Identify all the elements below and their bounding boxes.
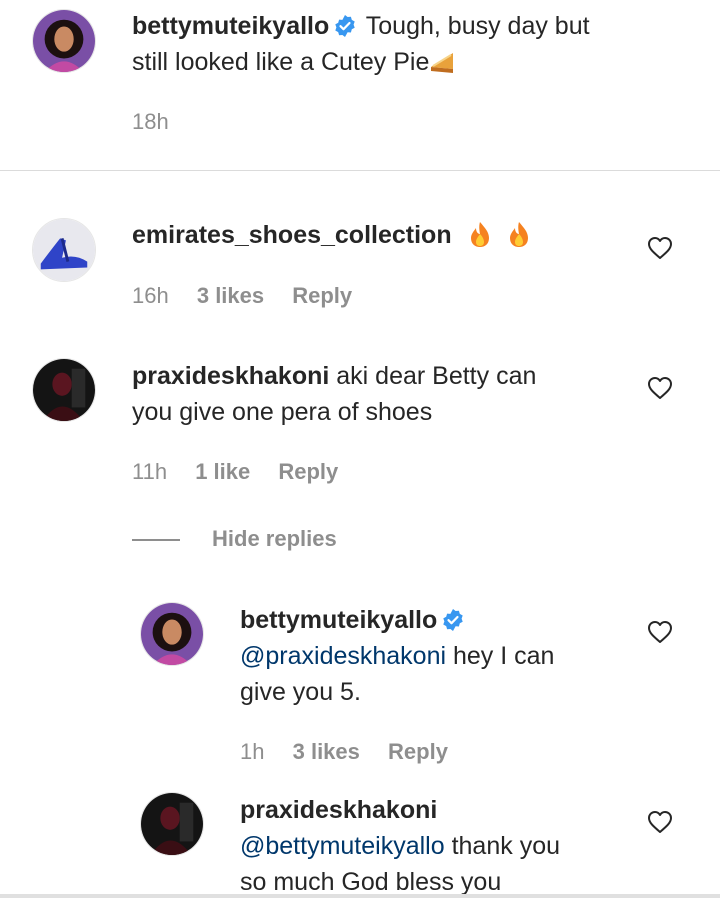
caption-line-2: still looked like a Cutey Pie [132, 48, 430, 76]
fire-icon [467, 220, 493, 248]
comment-meta: 16h 3 likes Reply [132, 282, 374, 310]
avatar[interactable] [32, 9, 96, 73]
reply-username[interactable]: praxideskhakoni [240, 796, 437, 824]
caption-line-1: Tough, busy day but [365, 12, 590, 40]
comment-line-2: you give one pera of shoes [132, 398, 433, 426]
like-heart-icon[interactable] [647, 810, 673, 834]
caption-meta: 18h [132, 108, 191, 136]
caption-text: bettymuteikyallo Tough, busy day but sti… [132, 8, 590, 80]
mention-link[interactable]: @praxideskhakoni [240, 642, 446, 670]
avatar[interactable] [140, 792, 204, 856]
comment-line-1: aki dear Betty can [336, 362, 537, 390]
comment-username[interactable]: emirates_shoes_collection [132, 221, 452, 249]
avatar[interactable] [32, 358, 96, 422]
comment-meta: 11h 1 like Reply [132, 458, 360, 486]
reply-timestamp: 1h [240, 739, 265, 764]
comment-text: emirates_shoes_collection [132, 217, 532, 253]
likes-count[interactable]: 3 likes [197, 283, 264, 308]
verified-badge-icon [333, 12, 357, 37]
reply-line-2: so much God bless you [240, 868, 502, 896]
mention-link[interactable]: @bettymuteikyallo [240, 832, 445, 860]
caption-timestamp: 18h [132, 109, 169, 134]
reply-line-2: give you 5. [240, 678, 361, 706]
reply-meta: 1h 3 likes Reply [240, 738, 470, 766]
comment-timestamp: 11h [132, 459, 168, 484]
divider [0, 170, 720, 171]
hide-replies-line [132, 539, 180, 541]
reply-line-1: thank you [444, 832, 560, 860]
comment-timestamp: 16h [132, 283, 169, 308]
likes-count[interactable]: 1 like [195, 459, 250, 484]
like-heart-icon[interactable] [647, 376, 673, 400]
verified-badge-icon [441, 606, 465, 631]
reply-button[interactable]: Reply [292, 283, 352, 308]
fire-icon [506, 220, 532, 248]
comment-username[interactable]: praxideskhakoni [132, 362, 329, 390]
post-caption: bettymuteikyallo Tough, busy day but sti… [0, 0, 720, 171]
bottom-bar [0, 894, 720, 898]
hide-replies-button[interactable]: Hide replies [212, 524, 337, 554]
reply-username[interactable]: bettymuteikyallo [240, 606, 437, 634]
likes-count[interactable]: 3 likes [293, 739, 360, 764]
like-heart-icon[interactable] [647, 620, 673, 644]
reply-line-1: hey I can [446, 642, 555, 670]
caption-username[interactable]: bettymuteikyallo [132, 12, 329, 40]
avatar[interactable] [32, 218, 96, 282]
comment-text: praxideskhakoni aki dear Betty can you g… [132, 358, 536, 430]
avatar[interactable] [140, 602, 204, 666]
reply-text: praxideskhakoni @bettymuteikyallo thank … [240, 792, 560, 898]
reply-button[interactable]: Reply [388, 739, 448, 764]
reply-text: bettymuteikyallo @praxideskhakoni hey I … [240, 602, 554, 710]
like-heart-icon[interactable] [647, 236, 673, 260]
pie-emoji-icon [429, 47, 455, 75]
reply-button[interactable]: Reply [278, 459, 338, 484]
